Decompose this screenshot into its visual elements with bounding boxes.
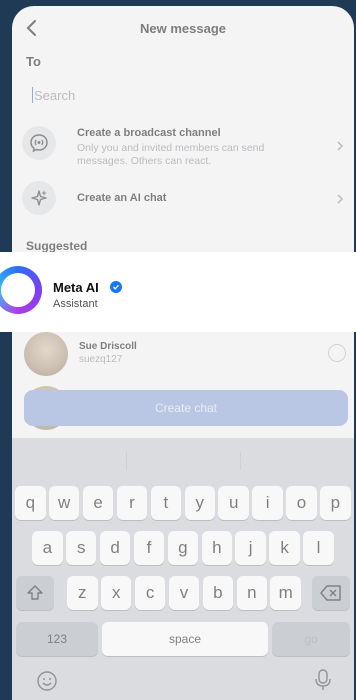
- chevron-right-icon: [337, 194, 344, 204]
- key-b[interactable]: b: [202, 576, 234, 610]
- key-y[interactable]: y: [184, 486, 216, 520]
- divider: [126, 452, 127, 470]
- key-w[interactable]: w: [48, 486, 80, 520]
- contact-name: Meta AI: [53, 280, 99, 295]
- to-label: To: [26, 54, 41, 69]
- key-t[interactable]: t: [150, 486, 182, 520]
- keyboard-footer: [12, 658, 354, 700]
- text-caret: [32, 87, 33, 103]
- key-s[interactable]: s: [65, 531, 97, 565]
- option-title: Create a broadcast channel: [77, 127, 221, 139]
- key-j[interactable]: j: [235, 531, 266, 565]
- keyboard: qwertyuiop asdfghjkl zxcvbnm 123 space g…: [12, 438, 354, 700]
- key-q[interactable]: q: [15, 486, 46, 520]
- create-chat-button[interactable]: Create chat: [24, 390, 348, 426]
- go-key[interactable]: go: [272, 622, 350, 656]
- key-i[interactable]: i: [252, 486, 283, 520]
- meta-ai-suggestion[interactable]: Meta AI Assistant: [0, 252, 356, 332]
- shift-key[interactable]: [16, 576, 54, 610]
- option-subtitle: Only you and invited members can send me…: [77, 142, 265, 167]
- key-e[interactable]: e: [82, 486, 114, 520]
- search-field[interactable]: [32, 84, 332, 106]
- contact-name: Sue Driscoll: [79, 341, 137, 352]
- numbers-key[interactable]: 123: [16, 622, 98, 656]
- key-z[interactable]: z: [67, 576, 98, 610]
- contact-row[interactable]: Sue Driscoll suezq127: [12, 332, 354, 376]
- ai-chat-option[interactable]: Create an AI chat: [12, 178, 354, 220]
- key-o[interactable]: o: [286, 486, 317, 520]
- microphone-icon[interactable]: [314, 668, 332, 692]
- predictive-bar: [12, 438, 354, 478]
- meta-ai-avatar: [0, 266, 42, 314]
- section-label: Suggested: [26, 239, 88, 253]
- broadcast-channel-option[interactable]: Create a broadcast channel Only you and …: [12, 118, 354, 168]
- emoji-icon[interactable]: [36, 670, 58, 692]
- chevron-right-icon: [337, 141, 344, 151]
- phone-screen: New message To Create a broadcast channe…: [12, 6, 354, 700]
- avatar: [24, 332, 68, 376]
- shift-icon: [27, 585, 43, 600]
- broadcast-icon: [22, 126, 56, 160]
- page-title: New message: [140, 21, 226, 36]
- select-radio[interactable]: [328, 344, 346, 362]
- key-h[interactable]: h: [201, 531, 233, 565]
- key-p[interactable]: p: [320, 486, 351, 520]
- contact-username: suezq127: [79, 354, 123, 365]
- key-r[interactable]: r: [116, 486, 148, 520]
- key-m[interactable]: m: [270, 576, 301, 610]
- backspace-icon: [320, 585, 341, 601]
- key-v[interactable]: v: [168, 576, 200, 610]
- key-x[interactable]: x: [100, 576, 132, 610]
- space-key[interactable]: space: [102, 622, 268, 656]
- key-c[interactable]: c: [134, 576, 166, 610]
- option-title: Create an AI chat: [77, 192, 167, 204]
- divider: [240, 452, 241, 470]
- key-f[interactable]: f: [133, 531, 165, 565]
- header: New message: [12, 6, 354, 50]
- search-input[interactable]: [34, 84, 324, 106]
- key-u[interactable]: u: [218, 486, 249, 520]
- verified-badge-icon: [110, 281, 122, 293]
- contact-subtitle: Assistant: [53, 298, 98, 310]
- key-d[interactable]: d: [99, 531, 131, 565]
- key-n[interactable]: n: [236, 576, 268, 610]
- key-l[interactable]: l: [303, 531, 334, 565]
- key-g[interactable]: g: [167, 531, 199, 565]
- backspace-key[interactable]: [312, 576, 350, 610]
- key-k[interactable]: k: [269, 531, 300, 565]
- sparkle-icon: [22, 181, 56, 215]
- key-a[interactable]: a: [32, 531, 63, 565]
